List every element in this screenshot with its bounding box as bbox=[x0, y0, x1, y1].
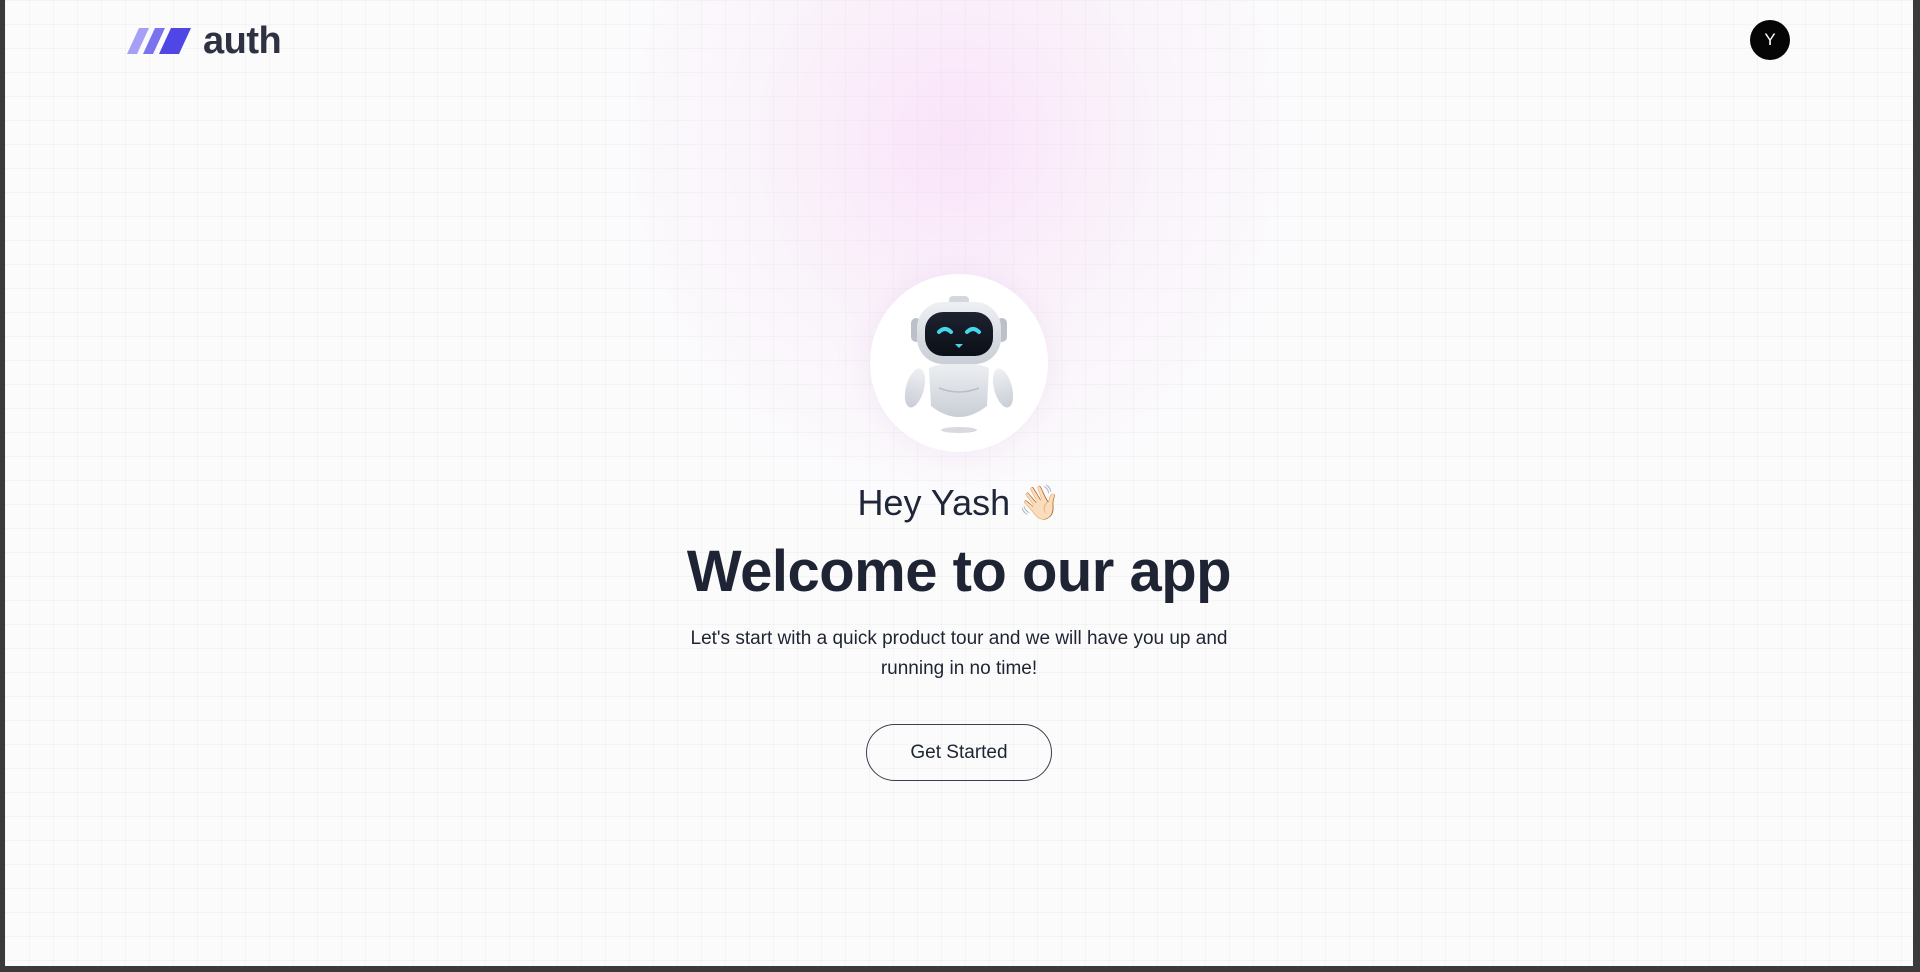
logo[interactable]: auth bbox=[125, 20, 282, 62]
get-started-button[interactable]: Get Started bbox=[866, 724, 1052, 781]
page-subtitle: Let's start with a quick product tour an… bbox=[690, 628, 1228, 679]
logo-text: auth bbox=[203, 20, 282, 62]
page-title: Welcome to our app bbox=[686, 539, 1232, 604]
robot-illustration bbox=[870, 274, 1048, 452]
greeting-text: Hey Yash bbox=[857, 482, 1011, 523]
logo-stripes-icon bbox=[127, 28, 191, 54]
robot-icon bbox=[904, 296, 1014, 433]
waving-hand-icon: 👋🏻 bbox=[1018, 484, 1061, 522]
app-window: auth Y Hey Yash 👋🏻 Welcome to our app Le… bbox=[5, 0, 1913, 966]
greeting: Hey Yash 👋🏻 bbox=[857, 482, 1060, 524]
welcome-hero: Hey Yash 👋🏻 Welcome to our app Let's sta… bbox=[5, 274, 1913, 781]
user-avatar[interactable]: Y bbox=[1750, 20, 1790, 60]
